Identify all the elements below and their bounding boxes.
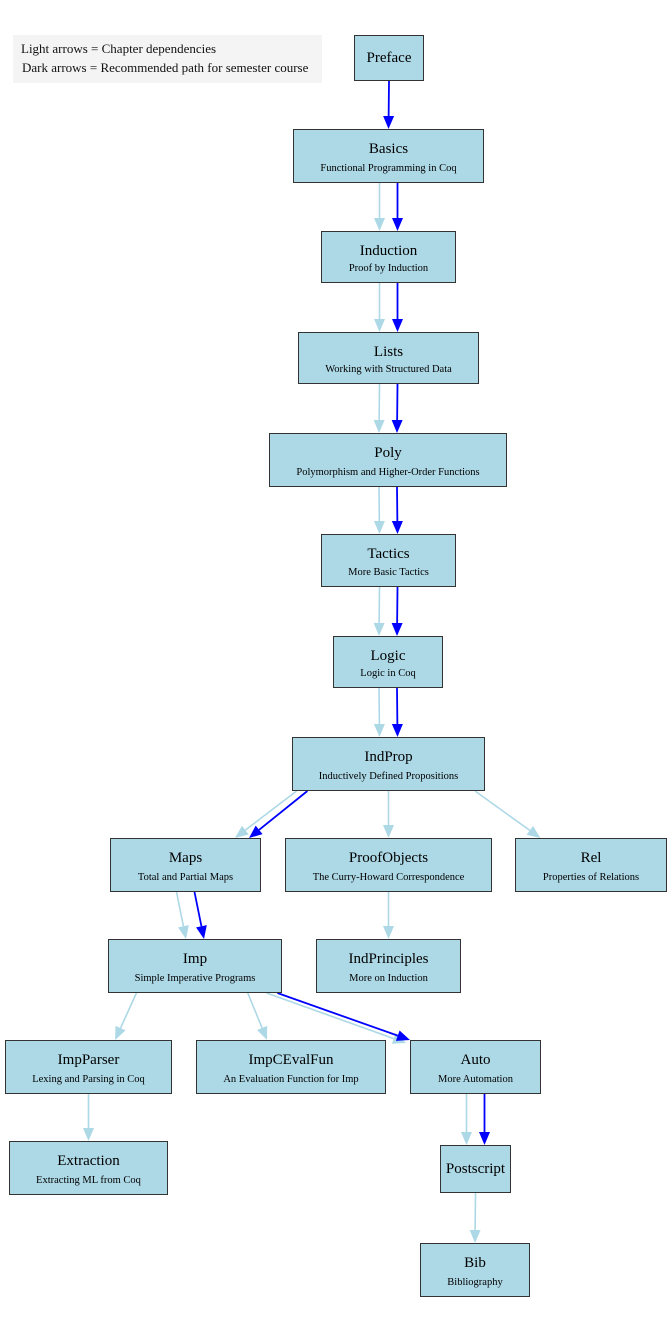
arrowhead-dependency-poly-to-tactics xyxy=(373,520,385,534)
chapter-title: Bib xyxy=(464,1255,486,1271)
arrowhead-dependency-impparser-to-extraction xyxy=(83,1128,94,1141)
chapter-subtitle: Inductively Defined Propositions xyxy=(318,771,459,782)
chapter-subtitle: Bibliography xyxy=(447,1277,503,1288)
chapter-node-basics[interactable]: Basics Functional Programming in Coq xyxy=(293,129,484,183)
chapter-subtitle: Lexing and Parsing in Coq xyxy=(32,1074,145,1085)
arrowhead-dependency-lists-to-poly xyxy=(373,419,385,433)
arrowhead-recommended-indprop-to-maps xyxy=(249,825,263,838)
arrowhead-recommended-auto-to-postscript xyxy=(479,1132,490,1145)
arrowhead-recommended-induction-to-lists xyxy=(392,319,403,332)
arrowhead-dependency-basics-to-induction xyxy=(374,218,385,231)
chapter-subtitle: Total and Partial Maps xyxy=(137,872,234,883)
chapter-title: Poly xyxy=(374,445,402,461)
chapter-title: ImpParser xyxy=(57,1052,120,1068)
chapter-node-proofobjects[interactable]: ProofObjects The Curry-Howard Corresponde… xyxy=(285,838,492,892)
chapter-subtitle: Extracting ML from Coq xyxy=(36,1175,141,1186)
arrowhead-dependency-proofobjects-to-indprinciples xyxy=(383,926,394,939)
chapter-node-lists[interactable]: Lists Working with Structured Data xyxy=(298,332,479,384)
chapter-node-indprinciples[interactable]: IndPrinciples More on Induction xyxy=(316,939,461,993)
arrowhead-recommended-basics-to-induction xyxy=(392,218,403,231)
chapter-title: Logic xyxy=(370,648,406,664)
chapter-title: ImpCEvalFun xyxy=(248,1052,334,1068)
chapter-node-extraction[interactable]: Extraction Extracting ML from Coq xyxy=(9,1141,168,1195)
arrowhead-dependency-imp-to-impcevalfun xyxy=(256,1025,268,1040)
chapter-subtitle: An Evaluation Function for Imp xyxy=(223,1074,359,1085)
chapter-subtitle: Properties of Relations xyxy=(542,872,640,883)
chapter-node-poly[interactable]: Poly Polymorphism and Higher-Order Functi… xyxy=(269,433,507,487)
arrowhead-recommended-imp-to-auto xyxy=(395,1030,410,1041)
chapter-subtitle: More Automation xyxy=(438,1074,513,1085)
edge-dependency-imp-to-impcevalfun xyxy=(247,992,263,1029)
chapter-node-impparser[interactable]: ImpParser Lexing and Parsing in Coq xyxy=(5,1040,172,1094)
chapter-title: Preface xyxy=(366,50,412,66)
chapter-title: Imp xyxy=(182,951,208,967)
chapter-subtitle: Working with Structured Data xyxy=(325,364,452,375)
arrowhead-recommended-preface-to-basics xyxy=(383,115,395,129)
arrowhead-dependency-postscript-to-bib xyxy=(469,1229,481,1243)
chapter-subtitle: Simple Imperative Programs xyxy=(134,973,256,984)
arrowhead-recommended-tactics-to-logic xyxy=(391,622,403,636)
edge-recommended-imp-to-auto xyxy=(277,992,399,1037)
chapter-title: Postscript xyxy=(445,1161,506,1177)
chapter-node-bib[interactable]: Bib Bibliography xyxy=(420,1243,530,1297)
chapter-subtitle: More on Induction xyxy=(349,973,428,984)
chapter-title: IndProp xyxy=(364,749,413,765)
arrowhead-dependency-tactics-to-logic xyxy=(373,622,385,636)
chapter-title: Tactics xyxy=(367,546,410,562)
legend-recommended-label: Dark arrows = Recommended path for semes… xyxy=(22,60,309,75)
chapter-subtitle: The Curry-Howard Correspondence xyxy=(312,872,465,883)
chapter-subtitle: More Basic Tactics xyxy=(348,567,429,578)
chapter-title: Induction xyxy=(359,243,418,259)
edge-dependency-indprop-to-maps xyxy=(244,790,298,831)
chapter-node-logic[interactable]: Logic Logic in Coq xyxy=(333,636,443,688)
chapter-title: Basics xyxy=(368,141,409,157)
arrowhead-dependency-induction-to-lists xyxy=(374,319,385,332)
chapter-subtitle: Functional Programming in Coq xyxy=(320,163,457,174)
chapter-title: Auto xyxy=(460,1052,491,1068)
arrowhead-dependency-maps-to-imp xyxy=(178,925,189,939)
chapter-title: IndPrinciples xyxy=(348,951,429,967)
chapter-title: Maps xyxy=(168,850,203,866)
arrowhead-recommended-poly-to-tactics xyxy=(391,520,403,534)
edge-dependency-imp-to-auto xyxy=(266,992,395,1040)
chapter-node-postscript[interactable]: Postscript xyxy=(440,1145,511,1193)
arrowhead-recommended-lists-to-poly xyxy=(391,419,403,433)
edge-dependency-maps-to-imp xyxy=(175,891,185,927)
chapter-title: Lists xyxy=(373,344,404,360)
arrowhead-dependency-indprop-to-proofobjects xyxy=(383,825,394,838)
chapter-node-induction[interactable]: Induction Proof by Induction xyxy=(321,231,456,283)
chapter-node-preface[interactable]: Preface xyxy=(354,35,424,81)
arrowhead-recommended-maps-to-imp xyxy=(196,925,207,939)
edge-dependency-indprop-to-rel xyxy=(474,790,531,832)
arrowhead-dependency-indprop-to-maps xyxy=(235,825,249,838)
edge-dependency-imp-to-impparser xyxy=(119,992,138,1029)
chapter-subtitle: Logic in Coq xyxy=(360,668,416,679)
chapter-node-auto[interactable]: Auto More Automation xyxy=(410,1040,541,1094)
chapter-node-imp[interactable]: Imp Simple Imperative Programs xyxy=(108,939,282,993)
chapter-title: ProofObjects xyxy=(348,850,429,866)
arrowhead-dependency-indprop-to-rel xyxy=(526,825,541,838)
legend: Light arrows = Chapter dependencies Dark… xyxy=(13,35,322,83)
arrowhead-recommended-logic-to-indprop xyxy=(391,723,403,737)
arrowhead-dependency-auto-to-postscript xyxy=(461,1132,472,1145)
chapter-node-rel[interactable]: Rel Properties of Relations xyxy=(515,838,667,892)
arrowhead-dependency-logic-to-indprop xyxy=(373,723,385,737)
edge-recommended-maps-to-imp xyxy=(193,891,203,927)
chapter-subtitle: Polymorphism and Higher-Order Functions xyxy=(296,467,480,478)
chapter-node-tactics[interactable]: Tactics More Basic Tactics xyxy=(321,534,456,587)
chapter-subtitle: Proof by Induction xyxy=(348,263,429,274)
chapter-node-indprop[interactable]: IndProp Inductively Defined Propositions xyxy=(292,737,485,791)
chapter-node-impcevalfun[interactable]: ImpCEvalFun An Evaluation Function for Im… xyxy=(196,1040,386,1094)
chapter-node-maps[interactable]: Maps Total and Partial Maps xyxy=(110,838,261,892)
edge-recommended-indprop-to-maps xyxy=(258,790,308,831)
chapter-title: Extraction xyxy=(57,1153,120,1169)
legend-dependency-label: Light arrows = Chapter dependencies xyxy=(21,41,217,56)
chapter-title: Rel xyxy=(580,850,602,866)
